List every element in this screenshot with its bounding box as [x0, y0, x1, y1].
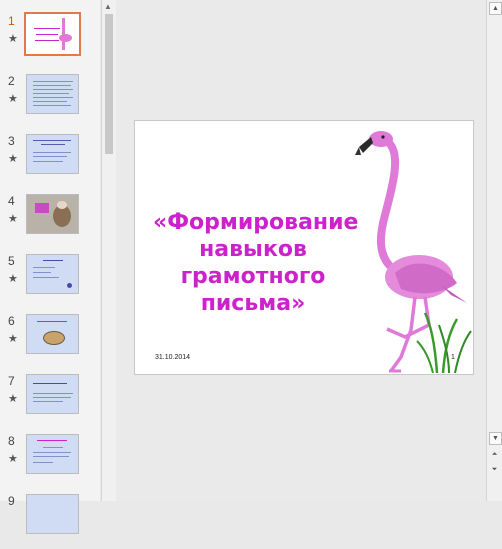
slide-thumbnail-5[interactable]: 5 ★ [0, 254, 100, 309]
flamingo-illustration [355, 131, 472, 373]
animation-star-icon: ★ [8, 153, 18, 165]
animation-star-icon: ★ [8, 393, 18, 405]
slide-number-label: 9 [8, 494, 15, 508]
animation-star-icon: ★ [8, 33, 18, 45]
animation-star-icon: ★ [8, 273, 18, 285]
slide-date: 31.10.2014 [155, 354, 191, 361]
slide-preview[interactable] [24, 12, 81, 56]
slide-number-label: 3 [8, 134, 15, 148]
animation-star-icon: ★ [8, 93, 18, 105]
animation-star-icon: ★ [8, 333, 18, 345]
slide-number-label: 1 [8, 14, 15, 28]
slide-number-label: 2 [8, 74, 15, 88]
slide-number-label: 7 [8, 374, 15, 388]
slide-number-label: 4 [8, 194, 15, 208]
slide-preview[interactable] [26, 134, 79, 174]
slide-thumbnail-1[interactable]: 1 ★ [0, 12, 100, 69]
slide-preview[interactable] [26, 434, 79, 474]
slide-number-label: 5 [8, 254, 15, 268]
slide-preview[interactable] [26, 374, 79, 414]
animation-star-icon: ★ [8, 453, 18, 465]
slide-thumbnail-9[interactable]: 9 [0, 494, 100, 549]
slide-thumbnail-8[interactable]: 8 ★ [0, 434, 100, 489]
main-vertical-scrollbar[interactable]: ▲ ▼ ⏶ ⏷ [486, 0, 502, 501]
scrollbar-thumb[interactable] [105, 14, 113, 154]
slide-number-label: 8 [8, 434, 15, 448]
slide-thumbnail-2[interactable]: 2 ★ [0, 74, 100, 129]
slide-thumbnail-3[interactable]: 3 ★ [0, 134, 100, 189]
scroll-up-arrow-icon[interactable]: ▲ [104, 2, 112, 11]
slide-preview[interactable] [26, 194, 79, 234]
slide-preview[interactable] [26, 314, 79, 354]
slide-number-label: 6 [8, 314, 15, 328]
slide-thumbnail-7[interactable]: 7 ★ [0, 374, 100, 429]
slide-title[interactable]: «Формирование навыков грамотного письма» [153, 209, 358, 317]
slide-thumbnail-6[interactable]: 6 ★ [0, 314, 100, 369]
animation-star-icon: ★ [8, 213, 18, 225]
next-slide-icon[interactable]: ⏷ [489, 464, 500, 475]
previous-slide-icon[interactable]: ⏶ [489, 449, 500, 460]
slide-preview[interactable] [26, 494, 79, 534]
thumbnail-scrollbar[interactable]: ▲ [101, 0, 116, 501]
slide-thumbnail-4[interactable]: 4 ★ [0, 194, 100, 249]
scroll-down-arrow-icon[interactable]: ▼ [489, 432, 502, 445]
slide-thumbnail-pane: 1 ★ 2 ★ 3 ★ 4 ★ 5 ★ 6 ★ 7 ★ 8 ★ 9 [0, 0, 100, 534]
slide-preview[interactable] [26, 254, 79, 294]
scroll-up-arrow-icon[interactable]: ▲ [489, 2, 502, 15]
slide-preview[interactable] [26, 74, 79, 114]
current-slide-canvas[interactable]: «Формирование навыков грамотного письма»… [134, 120, 474, 375]
